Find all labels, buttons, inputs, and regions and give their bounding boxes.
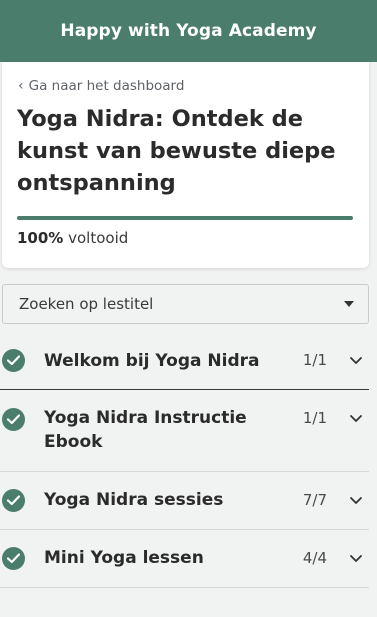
chevron-left-icon: ‹ [18,78,24,94]
progress-bar [17,216,353,220]
section-title: Welkom bij Yoga Nidra [44,351,260,371]
check-circle-icon [2,408,25,431]
section-title: Mini Yoga lessen [44,548,204,568]
section-mini-yoga-lessen[interactable]: Mini Yoga lessen 4/4 [0,530,369,588]
section-welkom[interactable]: Welkom bij Yoga Nidra 1/1 [0,331,369,390]
course-title: Yoga Nidra: Ontdek de kunst van bewuste … [17,106,336,196]
progress-suffix: voltooid [68,229,129,247]
section-title: Yoga Nidra Instructie Ebook [44,408,247,452]
lesson-search-label: Zoeken op lestitel [19,295,154,313]
section-instructie-ebook[interactable]: Yoga Nidra Instructie Ebook 1/1 [0,390,369,472]
chevron-down-icon[interactable] [349,549,363,568]
progress-bar-fill [17,216,353,220]
back-link-label: Ga naar het dashboard [28,78,185,94]
check-circle-icon [2,349,25,372]
progress-text: 100% voltooid [17,229,128,247]
chevron-down-icon[interactable] [349,351,363,370]
section-title: Yoga Nidra sessies [44,490,224,510]
section-count: 1/1 [302,351,327,369]
check-circle-icon [2,489,25,512]
back-to-dashboard-link[interactable]: ‹ Ga naar het dashboard [18,78,184,94]
lesson-search-select[interactable]: Zoeken op lestitel [2,284,369,324]
progress-percent: 100% [17,229,64,247]
chevron-down-icon[interactable] [349,409,363,428]
section-count: 1/1 [302,409,327,427]
section-sessies[interactable]: Yoga Nidra sessies 7/7 [0,472,369,530]
section-count: 7/7 [302,491,327,509]
academy-title: Happy with Yoga Academy [60,21,317,41]
academy-header: Happy with Yoga Academy [0,0,377,62]
chevron-down-icon[interactable] [349,491,363,510]
check-circle-icon [2,547,25,570]
caret-down-icon [344,301,354,307]
section-count: 4/4 [302,549,327,567]
